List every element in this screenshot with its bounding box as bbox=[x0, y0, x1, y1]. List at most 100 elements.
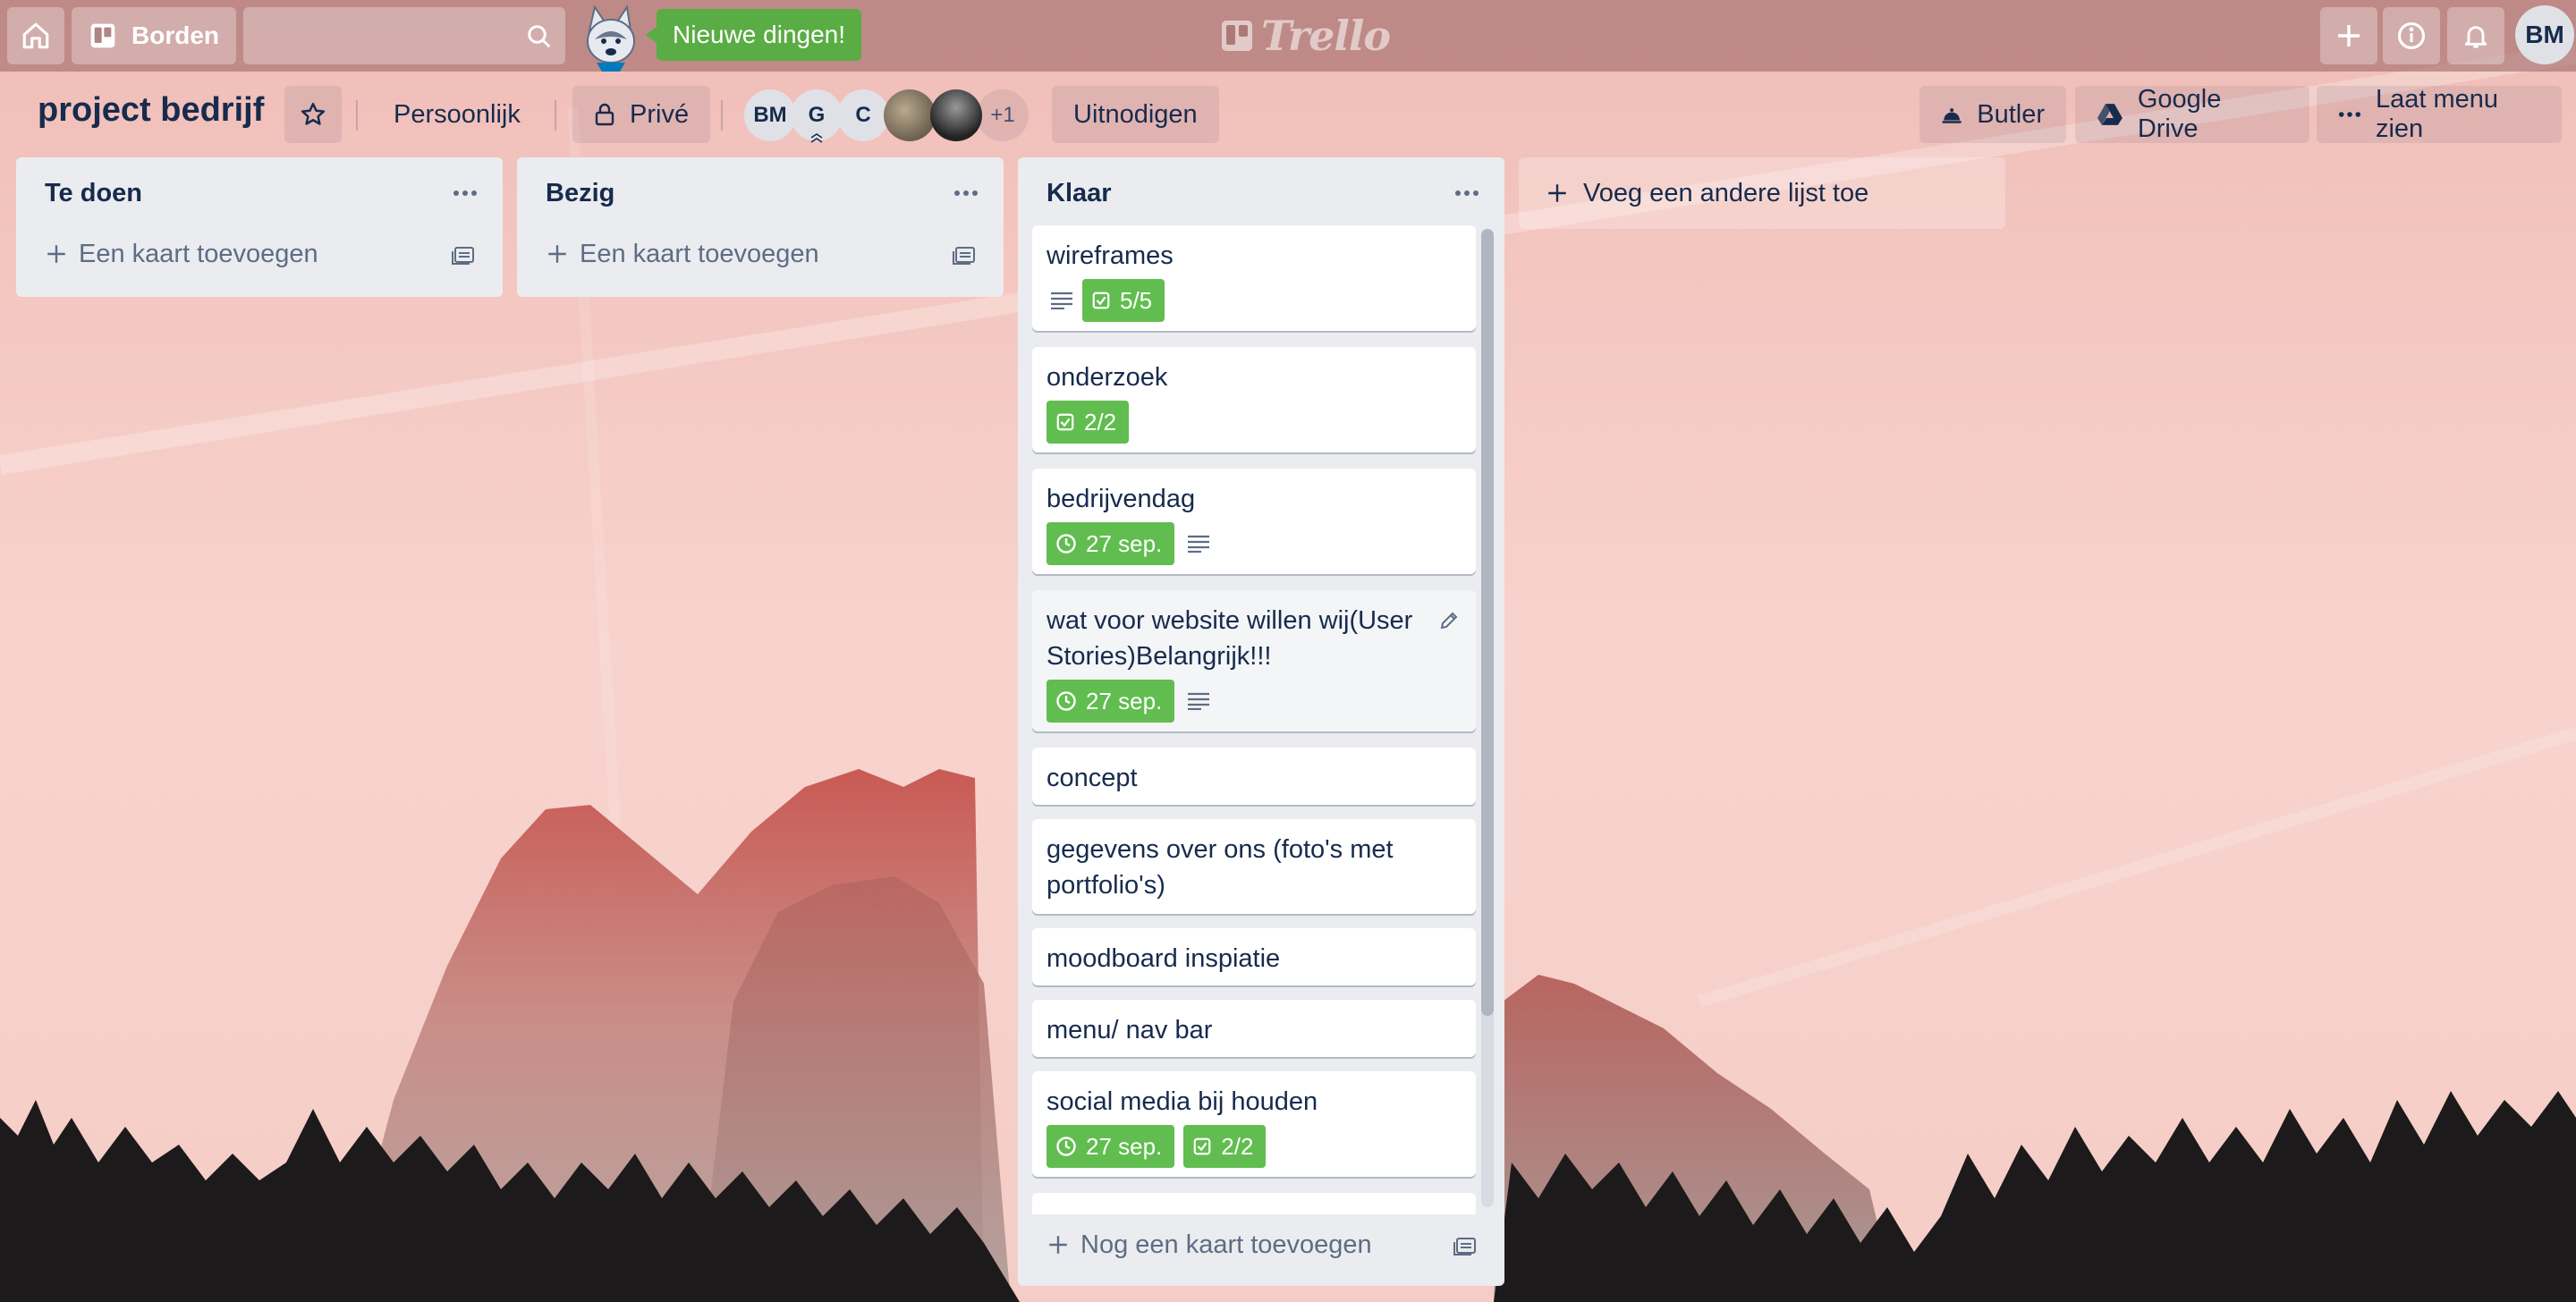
due-date: 27 sep. bbox=[1086, 1132, 1163, 1160]
top-navigation-bar: Borden Nieuwe dingen! Trello BM bbox=[0, 0, 2576, 72]
add-card-button[interactable]: Een kaart toevoegen bbox=[517, 225, 1004, 283]
card-moodboard[interactable]: moodboard inspiatie bbox=[1032, 928, 1476, 985]
member-avatar-photo[interactable] bbox=[884, 89, 936, 141]
card-menu-nav-bar[interactable]: menu/ nav bar bbox=[1032, 1000, 1476, 1057]
card-badges: 2/2 bbox=[1046, 401, 1462, 444]
list-title[interactable]: Klaar bbox=[1046, 179, 1112, 208]
checklist-icon bbox=[1193, 1137, 1211, 1155]
card-onderzoek[interactable]: onderzoek 2/2 bbox=[1032, 347, 1476, 452]
card-title: onderzoek bbox=[1046, 363, 1168, 392]
card-title: wat voor website willen wij(User Stories… bbox=[1046, 606, 1413, 671]
list-menu-button[interactable] bbox=[447, 175, 483, 211]
show-menu-button[interactable]: Laat menu zien bbox=[2317, 85, 2562, 143]
list-klaar: Klaar wireframes 5/5 onderzoek 2/2 bedri… bbox=[1018, 157, 1504, 1286]
create-button[interactable] bbox=[2320, 7, 2377, 64]
card-user-stories[interactable]: wat voor website willen wij(User Stories… bbox=[1032, 590, 1476, 731]
card-bedrijvendag[interactable]: bedrijvendag 27 sep. bbox=[1032, 469, 1476, 574]
add-card-button[interactable]: Een kaart toevoegen bbox=[16, 225, 503, 283]
visibility-label: Privé bbox=[630, 99, 690, 129]
checklist-count: 2/2 bbox=[1221, 1132, 1254, 1160]
home-button[interactable] bbox=[7, 7, 64, 64]
card-title: moodboard inspiatie bbox=[1046, 944, 1281, 973]
card-template-icon[interactable] bbox=[952, 243, 977, 266]
list-bezig: Bezig Een kaart toevoegen bbox=[517, 157, 1004, 297]
due-date: 27 sep. bbox=[1086, 687, 1163, 714]
card-title: wireframes bbox=[1046, 241, 1174, 270]
member-avatar-photo[interactable] bbox=[930, 89, 982, 141]
member-avatar[interactable]: G bbox=[791, 89, 843, 143]
clock-icon bbox=[1056, 691, 1076, 711]
checklist-badge: 2/2 bbox=[1183, 1125, 1267, 1168]
team-button[interactable]: Persoonlijk bbox=[372, 86, 542, 143]
member-avatar[interactable]: C bbox=[837, 89, 889, 141]
member-avatar[interactable]: BM bbox=[744, 89, 796, 141]
list-scrollbar-thumb[interactable] bbox=[1481, 229, 1494, 1016]
google-drive-button[interactable]: Google Drive bbox=[2075, 85, 2309, 143]
search-input[interactable] bbox=[243, 7, 528, 66]
clock-icon bbox=[1056, 1137, 1076, 1156]
checklist-count: 5/5 bbox=[1120, 286, 1153, 314]
board-header: project bedrijf Persoonlijk Privé BM G C… bbox=[0, 72, 2576, 159]
info-button[interactable] bbox=[2383, 7, 2440, 64]
card-template-icon[interactable] bbox=[1453, 1234, 1478, 1257]
add-list-button[interactable]: Voeg een andere lijst toe bbox=[1519, 157, 2005, 229]
plus-icon bbox=[1548, 184, 1566, 202]
member-initials: G bbox=[808, 103, 826, 127]
plus-icon bbox=[1049, 1236, 1067, 1254]
card-badges: 27 sep. bbox=[1046, 680, 1419, 723]
clock-icon bbox=[1056, 534, 1076, 554]
search-icon[interactable] bbox=[526, 23, 553, 50]
add-list-label: Voeg een andere lijst toe bbox=[1583, 178, 1869, 207]
board-title[interactable]: project bedrijf bbox=[38, 91, 264, 130]
card-template-icon[interactable] bbox=[451, 243, 476, 266]
card-title: social media bij houden bbox=[1046, 1087, 1318, 1116]
trello-logo[interactable]: Trello bbox=[1222, 11, 1391, 61]
list-title[interactable]: Te doen bbox=[45, 179, 142, 208]
whats-new-button[interactable]: Nieuwe dingen! bbox=[645, 9, 862, 61]
visibility-button[interactable]: Privé bbox=[572, 86, 711, 143]
invite-button[interactable]: Uitnodigen bbox=[1052, 86, 1219, 143]
google-drive-label: Google Drive bbox=[2137, 85, 2222, 143]
more-icon bbox=[453, 190, 477, 196]
due-date-badge[interactable]: 27 sep. bbox=[1046, 1125, 1175, 1168]
card-badges: 5/5 bbox=[1046, 279, 1462, 322]
search-field[interactable] bbox=[243, 7, 565, 66]
admin-chevron-icon bbox=[810, 133, 823, 143]
card-title: concept bbox=[1046, 764, 1138, 792]
boards-button[interactable]: Borden bbox=[72, 7, 236, 64]
pencil-edit-icon[interactable] bbox=[1438, 610, 1460, 631]
list-title[interactable]: Bezig bbox=[546, 179, 614, 208]
list-header: Klaar bbox=[1018, 157, 1504, 225]
list-scrollbar[interactable] bbox=[1481, 229, 1494, 1207]
card-concept[interactable]: concept bbox=[1032, 748, 1476, 805]
card-list: wireframes 5/5 onderzoek 2/2 bedrijvenda… bbox=[1032, 225, 1476, 1214]
due-date-badge[interactable]: 27 sep. bbox=[1046, 522, 1175, 565]
star-icon bbox=[301, 102, 326, 125]
add-card-label: Een kaart toevoegen bbox=[580, 239, 819, 268]
card-title: menu/ nav bar bbox=[1046, 1016, 1213, 1044]
star-board-button[interactable] bbox=[284, 86, 342, 143]
header-divider bbox=[356, 100, 358, 131]
list-menu-button[interactable] bbox=[1449, 175, 1485, 211]
card-gegevens-over-ons[interactable]: gegevens over ons (foto's met portfolio'… bbox=[1032, 819, 1476, 914]
taco-husky-mascot-icon[interactable] bbox=[574, 4, 648, 72]
list-menu-button[interactable] bbox=[948, 175, 984, 211]
trello-logo-icon bbox=[1222, 21, 1252, 51]
user-avatar[interactable]: BM bbox=[2515, 5, 2574, 64]
card-title: gegevens over ons (foto's met portfolio'… bbox=[1046, 835, 1394, 900]
butler-button[interactable]: Butler bbox=[1919, 86, 2066, 143]
header-divider bbox=[555, 100, 556, 131]
card-social-media[interactable]: social media bij houden 27 sep. 2/2 bbox=[1032, 1071, 1476, 1177]
due-date: 27 sep. bbox=[1086, 529, 1163, 557]
due-date-badge[interactable]: 27 sep. bbox=[1046, 680, 1175, 723]
card-partial[interactable] bbox=[1032, 1193, 1476, 1214]
more-icon bbox=[2338, 112, 2361, 117]
header-divider bbox=[721, 100, 723, 131]
notifications-button[interactable] bbox=[2447, 7, 2504, 64]
home-icon bbox=[22, 22, 49, 49]
lock-icon bbox=[595, 103, 614, 126]
butler-label: Butler bbox=[1977, 99, 2045, 129]
card-wireframes[interactable]: wireframes 5/5 bbox=[1032, 225, 1476, 331]
add-another-card-button[interactable]: Nog een kaart toevoegen bbox=[1018, 1216, 1504, 1273]
more-members-button[interactable]: +1 bbox=[977, 89, 1029, 141]
